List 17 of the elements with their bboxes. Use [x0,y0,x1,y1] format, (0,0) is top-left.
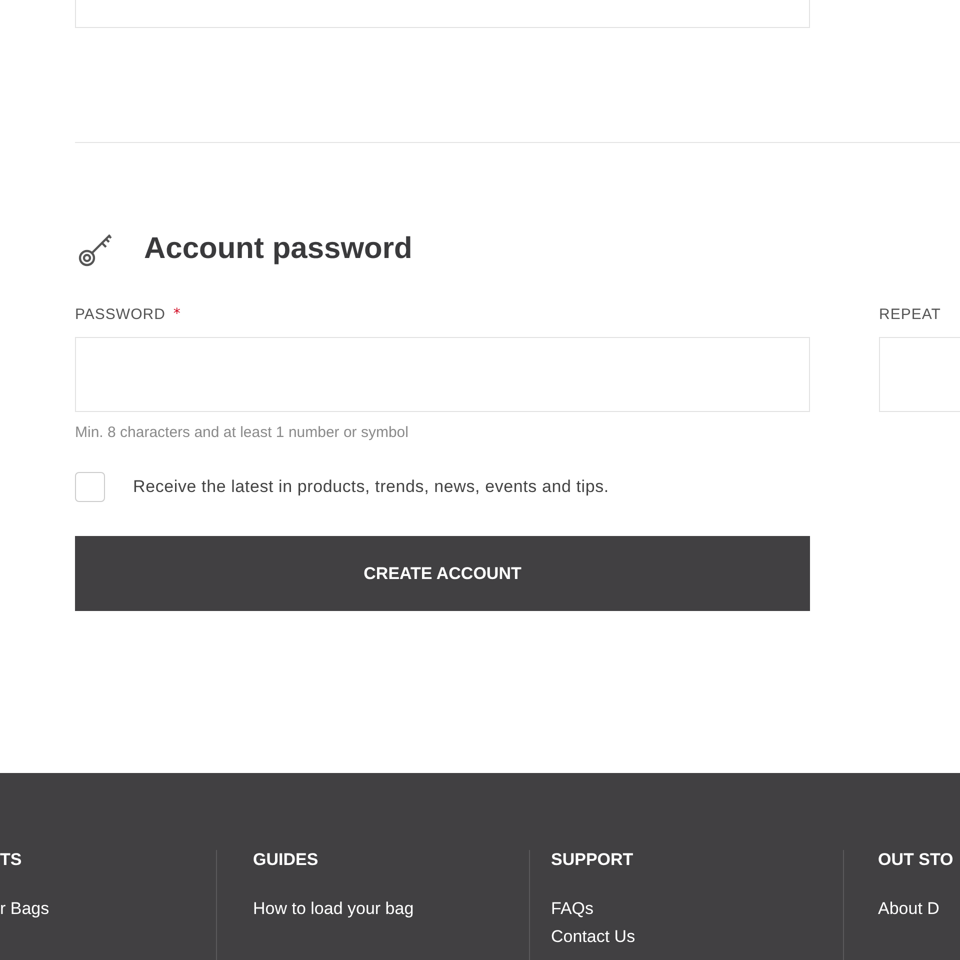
footer-heading: GUIDES [253,850,320,871]
field-label: PASSWORD [75,306,166,322]
footer-link[interactable]: How to load your bag [253,892,529,926]
footer-heading: TS [0,850,23,871]
password-field[interactable] [75,337,810,412]
newsletter-label: Receive the latest in products, trends, news, events and tips. [133,477,609,497]
footer-link[interactable]: r Bags [0,892,216,926]
create-account-button[interactable]: CREATE ACCOUNT [75,536,810,611]
required-mark: * [173,306,180,322]
checkbox[interactable] [75,472,105,502]
footer-link[interactable]: About D [878,892,960,926]
section-title: Account password [144,232,412,266]
field-label: REPEAT [879,306,941,322]
hint-text: Min. 8 characters and at least 1 number or symbol [75,424,410,441]
footer-heading: SUPPORT [551,850,634,871]
input-field[interactable] [75,0,810,28]
footer-heading: OUT STO [878,850,954,871]
